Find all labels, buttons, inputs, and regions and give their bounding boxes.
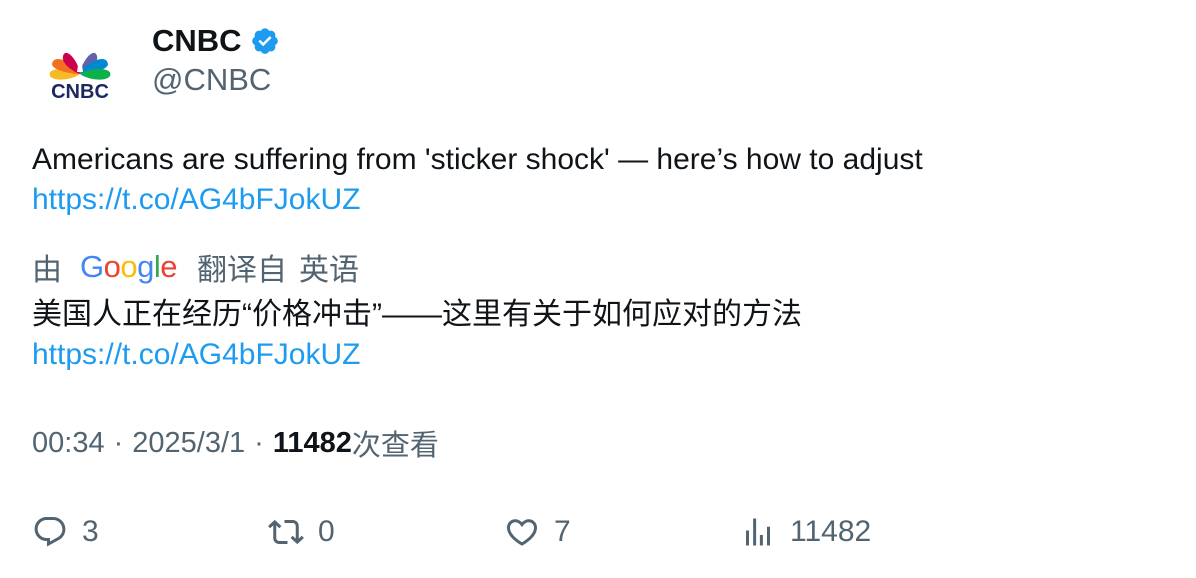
cnbc-peacock-logo-icon: CNBC xyxy=(49,52,111,103)
reply-button[interactable]: 3 xyxy=(32,510,99,554)
reply-icon xyxy=(34,517,66,547)
tweet-time[interactable]: 00:34 xyxy=(32,427,105,460)
tweet-meta: 00:34 · 2025/3/1 · 11482 次查看 xyxy=(32,423,439,463)
heart-icon xyxy=(506,519,538,546)
like-count: 7 xyxy=(554,515,571,548)
translated-text: 美国人正在经历“价格冲击”——这里有关于如何应对的方法 https://t.co… xyxy=(32,295,1162,375)
views-count: 11482 xyxy=(272,426,352,459)
reply-count: 3 xyxy=(82,515,99,548)
retweet-icon xyxy=(268,519,304,545)
meta-separator: · xyxy=(254,426,264,459)
avatar-logo-text: CNBC xyxy=(51,81,109,100)
like-button[interactable]: 7 xyxy=(504,510,571,554)
views-chart-icon xyxy=(746,518,770,546)
author-display-name[interactable]: CNBC xyxy=(152,23,242,59)
views-count-action: 11482 xyxy=(790,515,872,548)
tweet-body: Americans are suffering from 'sticker sh… xyxy=(32,143,923,176)
retweet-count: 0 xyxy=(318,515,335,548)
google-logo-icon: Google xyxy=(80,249,178,284)
views-button[interactable]: 11482 xyxy=(740,510,871,554)
author-handle[interactable]: @CNBC xyxy=(152,62,271,98)
translation-language: 英语 xyxy=(299,254,360,287)
tweet-date[interactable]: 2025/3/1 xyxy=(132,427,245,460)
translation-by-label: 由 xyxy=(32,254,62,287)
meta-separator: · xyxy=(113,426,124,459)
tweet-link[interactable]: https://t.co/AG4bFJokUZ xyxy=(32,180,1162,220)
translation-attribution: 由 Google 翻译自 英语 xyxy=(32,246,359,288)
avatar[interactable]: CNBC xyxy=(44,40,116,103)
translated-link[interactable]: https://t.co/AG4bFJokUZ xyxy=(32,335,1162,375)
views-label: 次查看 xyxy=(351,430,439,462)
verified-badge-icon xyxy=(251,28,278,54)
retweet-button[interactable]: 0 xyxy=(268,510,335,554)
translation-from-label: 翻译自 xyxy=(197,254,288,287)
tweet-text: Americans are suffering from 'sticker sh… xyxy=(32,140,1162,220)
author-name-row[interactable]: CNBC xyxy=(152,22,280,60)
translated-body: 美国人正在经历“价格冲击”——这里有关于如何应对的方法 xyxy=(32,298,802,331)
